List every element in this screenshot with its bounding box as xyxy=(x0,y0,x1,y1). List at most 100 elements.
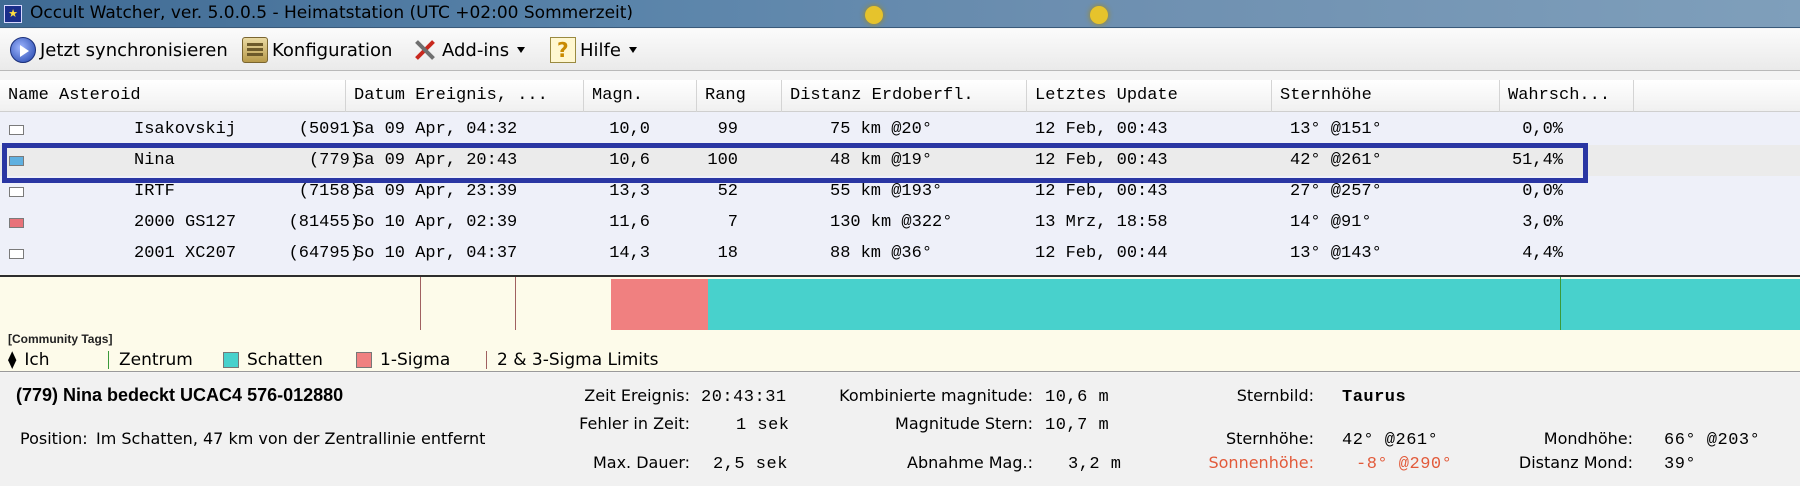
cell-name-number: (5091) xyxy=(298,120,360,139)
row-color-swatch xyxy=(9,187,24,197)
tools-icon xyxy=(412,37,438,63)
addins-menu-button[interactable]: Add-ins xyxy=(412,36,526,64)
time-error-value: 1 sek xyxy=(736,416,790,435)
community-tags-label[interactable]: [Community Tags] xyxy=(8,332,112,346)
help-button-label: Hilfe xyxy=(580,39,621,61)
cell-distance: 75 km @20° xyxy=(830,120,933,139)
cell-starheight: 13° @143° xyxy=(1290,244,1382,263)
shadow-swatch-icon xyxy=(223,352,239,368)
combined-mag-label: Kombinierte magnitude: xyxy=(839,386,1033,405)
legend-label-sigma-limits: 2 & 3-Sigma Limits xyxy=(497,350,659,370)
cell-magn: 11,6 xyxy=(609,213,650,232)
cell-date: Sa 09 Apr, 04:32 xyxy=(354,120,518,139)
legend-item-center: Zentrum xyxy=(108,350,193,370)
legend-label-shadow: Schatten xyxy=(247,350,323,370)
cell-date: So 10 Apr, 02:39 xyxy=(354,213,518,232)
combined-mag-value: 10,6 m xyxy=(1045,388,1110,407)
cell-rank: 52 xyxy=(717,182,738,201)
shadow-zone xyxy=(708,279,1800,330)
sigma-limit-icon xyxy=(486,351,487,369)
table-row[interactable]: (81455) 2000 GS127 So 10 Apr, 02:39 11,6… xyxy=(0,207,1800,238)
sigma1-swatch-icon xyxy=(356,352,372,368)
max-duration-label: Max. Dauer: xyxy=(592,453,690,472)
star-mag-value: 10,7 m xyxy=(1045,416,1110,435)
observer-marker-icon: ⧫ xyxy=(8,350,17,370)
cell-name-designation: 2001 XC207 xyxy=(134,244,237,263)
cell-probability: 0,0% xyxy=(1522,182,1563,201)
cell-name-number: (81455) xyxy=(288,213,360,232)
legend-item-sigma1: 1-Sigma xyxy=(356,350,450,370)
legend-label-me: Ich xyxy=(24,350,50,370)
cell-rank: 99 xyxy=(717,120,738,139)
table-row[interactable]: (5091) Isakovskij Sa 09 Apr, 04:32 10,0 … xyxy=(0,114,1800,145)
one-sigma-zone xyxy=(611,279,708,330)
table-row[interactable]: (7158) IRTF Sa 09 Apr, 23:39 13,3 52 55 … xyxy=(0,176,1800,207)
cell-name-number: (7158) xyxy=(298,182,360,201)
cell-name-designation: Isakovskij xyxy=(134,120,237,139)
cell-rank: 7 xyxy=(727,213,738,232)
config-button-label: Konfiguration xyxy=(272,39,393,61)
toolbar: Jetzt synchronisieren Konfiguration Add-… xyxy=(0,29,1800,71)
column-header-starheight[interactable]: Sternhöhe xyxy=(1272,80,1500,112)
sync-icon xyxy=(10,37,36,63)
title-bar: ★ Occult Watcher, ver. 5.0.0.5 - Heimats… xyxy=(0,0,1800,28)
column-header-probability[interactable]: Wahrsch... xyxy=(1500,80,1634,112)
cell-date: So 10 Apr, 04:37 xyxy=(354,244,518,263)
chevron-down-icon xyxy=(628,47,637,53)
mag-drop-label: Abnahme Mag.: xyxy=(907,453,1033,472)
cell-update: 12 Feb, 00:43 xyxy=(1035,120,1168,139)
column-header-distance[interactable]: Distanz Erdoberfl. xyxy=(782,80,1027,112)
cell-distance: 130 km @322° xyxy=(830,213,953,232)
sun-altitude-label: Sonnenhöhe: xyxy=(1208,453,1314,472)
event-time-value: 20:43:31 xyxy=(701,388,787,407)
moon-altitude-value: 66° @203° xyxy=(1664,431,1761,450)
cell-distance: 88 km @36° xyxy=(830,244,933,263)
configuration-icon xyxy=(242,37,268,63)
cell-probability: 3,0% xyxy=(1522,213,1563,232)
events-table: Name Asteroid Datum Ereignis, ... Magn. … xyxy=(0,80,1800,274)
app-icon: ★ xyxy=(4,5,22,23)
table-row[interactable]: (64795) 2001 XC207 So 10 Apr, 04:37 14,3… xyxy=(0,238,1800,269)
sync-button[interactable]: Jetzt synchronisieren xyxy=(10,36,228,64)
column-header-date[interactable]: Datum Ereignis, ... xyxy=(346,80,584,112)
sun-altitude-value: -8° @290° xyxy=(1356,455,1453,474)
moon-distance-label: Distanz Mond: xyxy=(1518,453,1633,472)
sync-button-label: Jetzt synchronisieren xyxy=(40,39,228,61)
column-header-update[interactable]: Letztes Update xyxy=(1027,80,1272,112)
chevron-down-icon xyxy=(517,47,526,53)
cell-date: Sa 09 Apr, 20:43 xyxy=(354,151,518,170)
legend-item-me: ⧫ Ich xyxy=(8,350,50,370)
wallpaper-flower-icon xyxy=(1090,6,1108,24)
legend-item-shadow: Schatten xyxy=(223,350,323,370)
cell-probability: 51,4% xyxy=(1511,151,1563,170)
event-time-label: Zeit Ereignis: xyxy=(584,386,690,405)
legend: [Community Tags] ⧫ Ich Zentrum Schatten … xyxy=(0,330,1800,372)
table-row[interactable]: (779) Nina Sa 09 Apr, 20:43 10,6 100 48 … xyxy=(0,145,1800,176)
cell-update: 12 Feb, 00:44 xyxy=(1035,244,1168,263)
star-altitude-value: 42° @261° xyxy=(1342,431,1439,450)
event-details-panel: (779) Nina bedeckt UCAC4 576-012880 Posi… xyxy=(0,373,1800,486)
row-color-swatch xyxy=(9,249,24,259)
cell-starheight: 27° @257° xyxy=(1290,182,1382,201)
moon-altitude-label: Mondhöhe: xyxy=(1543,429,1633,448)
addins-button-label: Add-ins xyxy=(442,39,510,61)
moon-distance-value: 39° xyxy=(1664,455,1697,474)
cell-date: Sa 09 Apr, 23:39 xyxy=(354,182,518,201)
constellation-value: Taurus xyxy=(1342,388,1407,407)
cell-starheight: 14° @91° xyxy=(1290,213,1372,232)
table-header: Name Asteroid Datum Ereignis, ... Magn. … xyxy=(0,80,1800,112)
cell-name-number: (64795) xyxy=(288,244,360,263)
cell-distance: 48 km @19° xyxy=(830,151,933,170)
cell-distance: 55 km @193° xyxy=(830,182,943,201)
help-menu-button[interactable]: Hilfe xyxy=(550,36,637,64)
legend-item-sigma-limits: 2 & 3-Sigma Limits xyxy=(486,350,659,370)
legend-label-sigma1: 1-Sigma xyxy=(380,350,451,370)
cell-magn: 13,3 xyxy=(609,182,650,201)
sigma-limit-line xyxy=(515,277,516,332)
wallpaper-flower-icon xyxy=(865,6,883,24)
config-button[interactable]: Konfiguration xyxy=(242,36,392,64)
column-header-magn[interactable]: Magn. xyxy=(584,80,697,112)
cell-starheight: 13° @151° xyxy=(1290,120,1382,139)
column-header-rank[interactable]: Rang xyxy=(697,80,782,112)
column-header-name[interactable]: Name Asteroid xyxy=(0,80,346,112)
